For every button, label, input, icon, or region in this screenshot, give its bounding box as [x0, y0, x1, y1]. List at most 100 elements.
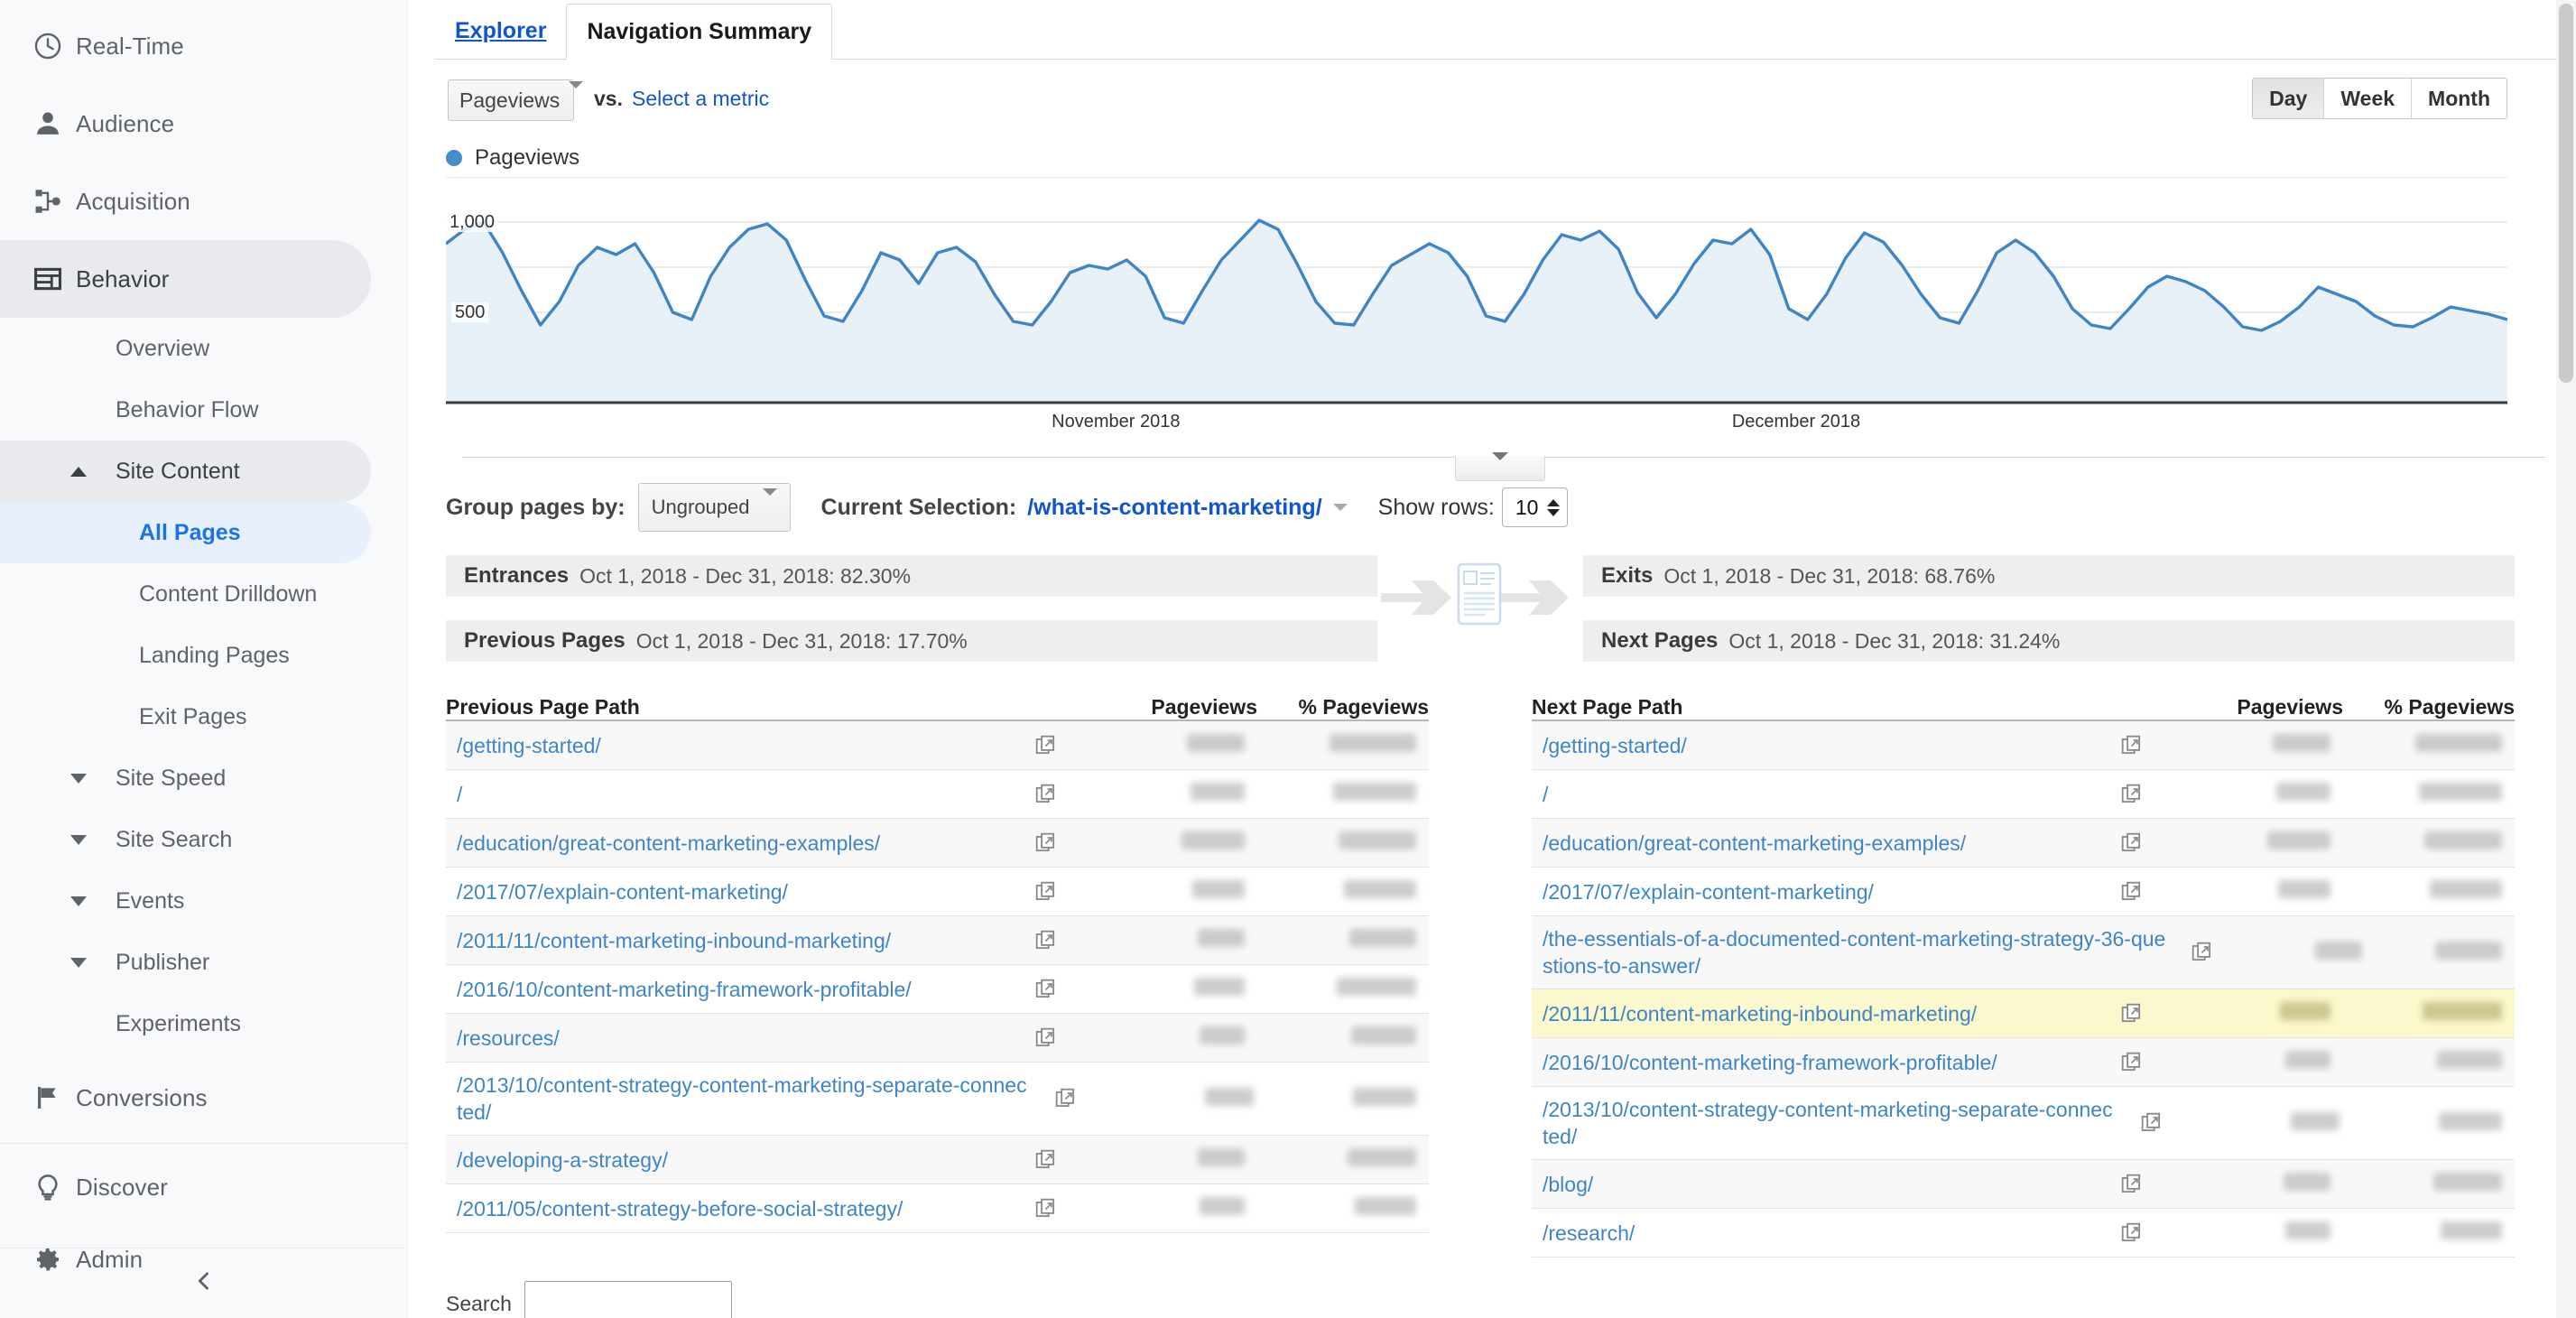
- page-path-link[interactable]: /getting-started/: [1532, 723, 2092, 768]
- search-input[interactable]: [524, 1281, 732, 1318]
- granularity-week-button[interactable]: Week: [2323, 79, 2412, 118]
- table-row[interactable]: /2013/10/content-strategy-content-market…: [446, 1063, 1429, 1136]
- page-path-link[interactable]: /research/: [1532, 1211, 2092, 1256]
- page-path-link[interactable]: /2017/07/explain-content-marketing/: [446, 869, 1006, 914]
- page-scrollbar[interactable]: [2556, 0, 2576, 1318]
- open-in-new-icon[interactable]: [1006, 831, 1086, 855]
- column-header-pct-pageviews[interactable]: % Pageviews: [1257, 695, 1429, 719]
- open-in-new-icon[interactable]: [1006, 929, 1086, 952]
- table-row[interactable]: /: [1532, 770, 2515, 819]
- sidebar-item-conversions[interactable]: Conversions: [0, 1062, 371, 1134]
- sidebar-item-site-content[interactable]: Site Content: [0, 441, 371, 502]
- open-in-new-icon[interactable]: [2092, 783, 2172, 806]
- table-row[interactable]: /2017/07/explain-content-marketing/: [446, 868, 1429, 916]
- column-header-pageviews[interactable]: Pageviews: [1086, 695, 1257, 719]
- table-row[interactable]: /research/: [1532, 1209, 2515, 1258]
- table-row[interactable]: /2011/11/content-marketing-inbound-marke…: [446, 916, 1429, 965]
- page-path-link[interactable]: /: [446, 772, 1006, 817]
- select-a-metric-link[interactable]: Select a metric: [632, 87, 769, 111]
- column-header-pct-pageviews[interactable]: % Pageviews: [2343, 695, 2515, 719]
- sidebar-item-content-drilldown[interactable]: Content Drilldown: [0, 563, 371, 625]
- page-path-link[interactable]: /developing-a-strategy/: [446, 1137, 1006, 1183]
- page-path-link[interactable]: /2016/10/content-marketing-framework-pro…: [1532, 1040, 2092, 1085]
- page-path-link[interactable]: /resources/: [446, 1016, 1006, 1061]
- sidebar-item-acquisition[interactable]: Acquisition: [0, 162, 371, 240]
- sidebar-item-site-speed[interactable]: Site Speed: [0, 747, 371, 809]
- table-row[interactable]: /resources/: [446, 1014, 1429, 1063]
- sidebar-item-experiments[interactable]: Experiments: [0, 993, 371, 1054]
- table-row[interactable]: /: [446, 770, 1429, 819]
- sidebar-item-events[interactable]: Events: [0, 870, 371, 932]
- open-in-new-icon[interactable]: [1006, 734, 1086, 757]
- stepper-arrows-icon[interactable]: [1547, 498, 1561, 516]
- page-path-link[interactable]: /2016/10/content-marketing-framework-pro…: [446, 967, 1006, 1012]
- tab-navigation-summary[interactable]: Navigation Summary: [566, 4, 833, 60]
- page-path-link[interactable]: /the-essentials-of-a-documented-content-…: [1532, 916, 2170, 988]
- table-row[interactable]: /getting-started/: [446, 721, 1429, 770]
- table-row[interactable]: /education/great-content-marketing-examp…: [446, 819, 1429, 868]
- chart-plot-area[interactable]: 1,000 500: [446, 177, 2507, 404]
- page-path-link[interactable]: /getting-started/: [446, 723, 1006, 768]
- table-row[interactable]: /developing-a-strategy/: [446, 1136, 1429, 1184]
- table-row[interactable]: /2016/10/content-marketing-framework-pro…: [446, 965, 1429, 1014]
- open-in-new-icon[interactable]: [1006, 978, 1086, 1001]
- show-rows-stepper[interactable]: 10: [1501, 487, 1569, 527]
- open-in-new-icon[interactable]: [2092, 1002, 2172, 1026]
- open-in-new-icon[interactable]: [2092, 880, 2172, 904]
- granularity-month-button[interactable]: Month: [2411, 79, 2507, 118]
- open-in-new-icon[interactable]: [2092, 1051, 2172, 1074]
- open-in-new-icon[interactable]: [2114, 1111, 2189, 1135]
- page-path-link[interactable]: /2013/10/content-strategy-content-market…: [1532, 1087, 2114, 1159]
- metric-select[interactable]: Pageviews: [448, 79, 584, 121]
- sidebar-item-behavior-flow[interactable]: Behavior Flow: [0, 379, 371, 441]
- page-path-link[interactable]: /2013/10/content-strategy-content-market…: [446, 1063, 1028, 1135]
- open-in-new-icon[interactable]: [1028, 1087, 1103, 1110]
- tab-explorer[interactable]: Explorer: [435, 3, 566, 59]
- table-row[interactable]: /the-essentials-of-a-documented-content-…: [1532, 916, 2515, 989]
- page-path-link[interactable]: /2017/07/explain-content-marketing/: [1532, 869, 2092, 914]
- sidebar-item-discover[interactable]: Discover: [0, 1151, 371, 1223]
- open-in-new-icon[interactable]: [1006, 880, 1086, 904]
- table-row[interactable]: /getting-started/: [1532, 721, 2515, 770]
- open-in-new-icon[interactable]: [2170, 941, 2234, 964]
- current-selection-value[interactable]: /what-is-content-marketing/: [1027, 495, 1321, 521]
- scrollbar-thumb[interactable]: [2559, 4, 2573, 383]
- table-row[interactable]: /2011/05/content-strategy-before-social-…: [446, 1184, 1429, 1233]
- table-row[interactable]: /2017/07/explain-content-marketing/: [1532, 868, 2515, 916]
- page-path-link[interactable]: /education/great-content-marketing-examp…: [446, 821, 1006, 866]
- page-path-link[interactable]: /blog/: [1532, 1162, 2092, 1207]
- page-path-link[interactable]: /: [1532, 772, 2092, 817]
- table-row[interactable]: /2011/11/content-marketing-inbound-marke…: [1532, 989, 2515, 1038]
- sidebar-item-publisher[interactable]: Publisher: [0, 932, 371, 993]
- column-header-pageviews[interactable]: Pageviews: [2172, 695, 2343, 719]
- sidebar-collapse-button[interactable]: [0, 1248, 408, 1318]
- sidebar-item-real-time[interactable]: Real-Time: [0, 7, 371, 85]
- group-pages-by-select[interactable]: Ungrouped: [637, 483, 791, 532]
- page-path-link[interactable]: /2011/05/content-strategy-before-social-…: [446, 1186, 1006, 1231]
- column-header-path[interactable]: Next Page Path: [1532, 695, 2172, 719]
- open-in-new-icon[interactable]: [2092, 831, 2172, 855]
- sidebar-item-overview[interactable]: Overview: [0, 318, 371, 379]
- page-path-link[interactable]: /2011/11/content-marketing-inbound-marke…: [446, 918, 1006, 963]
- chevron-down-icon[interactable]: [1332, 504, 1348, 511]
- open-in-new-icon[interactable]: [1006, 1197, 1086, 1221]
- open-in-new-icon[interactable]: [1006, 1148, 1086, 1172]
- sidebar-item-exit-pages[interactable]: Exit Pages: [0, 686, 371, 747]
- open-in-new-icon[interactable]: [1006, 1026, 1086, 1050]
- page-path-link[interactable]: /education/great-content-marketing-examp…: [1532, 821, 2092, 866]
- granularity-day-button[interactable]: Day: [2253, 79, 2324, 118]
- open-in-new-icon[interactable]: [1006, 783, 1086, 806]
- table-row[interactable]: /education/great-content-marketing-examp…: [1532, 819, 2515, 868]
- open-in-new-icon[interactable]: [2092, 1173, 2172, 1196]
- open-in-new-icon[interactable]: [2092, 734, 2172, 757]
- sidebar-item-site-search[interactable]: Site Search: [0, 809, 371, 870]
- table-row[interactable]: /2016/10/content-marketing-framework-pro…: [1532, 1038, 2515, 1087]
- sidebar-item-landing-pages[interactable]: Landing Pages: [0, 625, 371, 686]
- open-in-new-icon[interactable]: [2092, 1221, 2172, 1245]
- table-row[interactable]: /2013/10/content-strategy-content-market…: [1532, 1087, 2515, 1160]
- column-header-path[interactable]: Previous Page Path: [446, 695, 1086, 719]
- table-row[interactable]: /blog/: [1532, 1160, 2515, 1209]
- sidebar-item-audience[interactable]: Audience: [0, 85, 371, 162]
- sidebar-item-all-pages[interactable]: All Pages: [0, 502, 371, 563]
- sidebar-item-behavior[interactable]: Behavior: [0, 240, 371, 318]
